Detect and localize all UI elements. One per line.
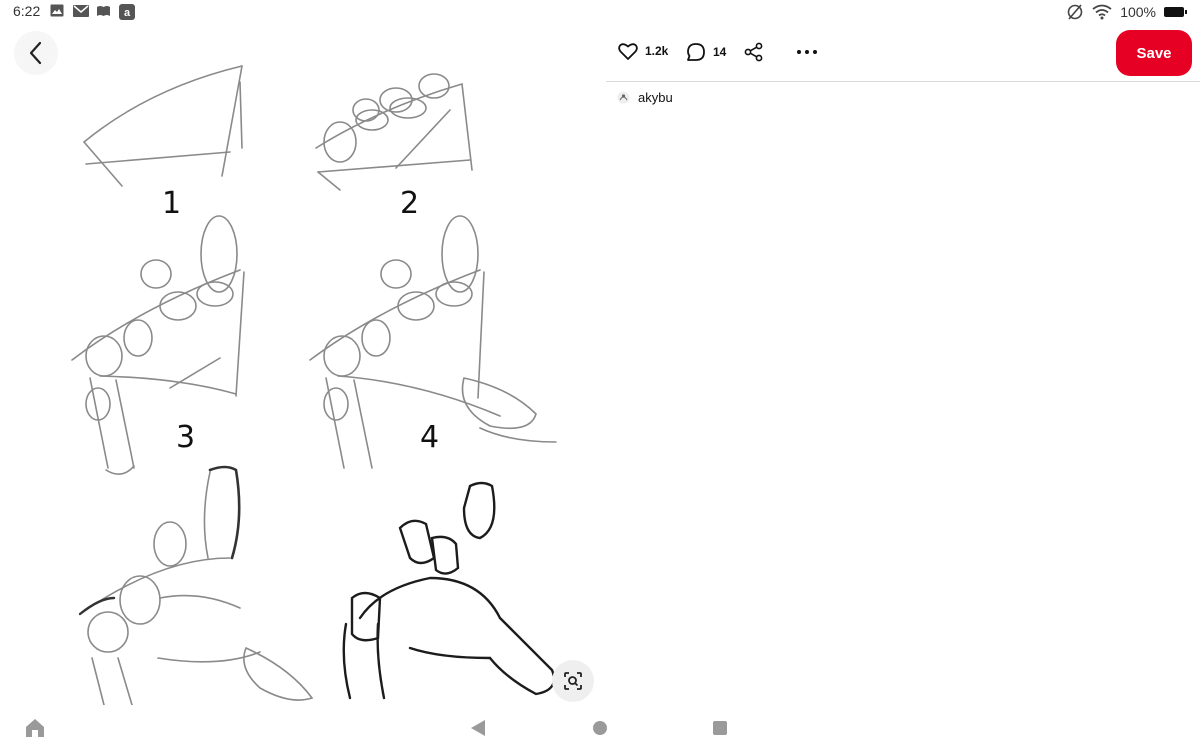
nav-recents-button[interactable] (713, 721, 727, 735)
amazon-icon: a (119, 4, 135, 20)
step-label: 4 (420, 420, 440, 455)
status-bar: 6:22 a 100% (0, 0, 1200, 24)
comment-button[interactable]: 14 (686, 42, 726, 62)
system-nav-bar (0, 705, 1200, 750)
pin-author[interactable]: akybu (617, 90, 673, 105)
heart-icon (618, 43, 638, 60)
pin-action-bar: 1.2k 14 Save (606, 28, 1200, 81)
status-right: 100% (1066, 3, 1187, 21)
notification-icons: a (50, 4, 135, 20)
share-icon (744, 42, 763, 62)
author-name: akybu (638, 90, 673, 105)
step-label: 3 (176, 420, 196, 455)
nav-back-button[interactable] (471, 720, 485, 736)
lens-search-icon (564, 672, 582, 690)
no-sim-icon (1067, 4, 1083, 20)
nav-home-button[interactable] (593, 721, 607, 735)
wifi-icon (1092, 4, 1112, 20)
pin-image[interactable]: 1 2 3 4 (60, 58, 605, 705)
action-bar-divider (606, 81, 1200, 82)
like-button[interactable]: 1.2k (618, 42, 668, 60)
comment-icon (687, 43, 705, 61)
status-time: 6:22 (13, 3, 41, 19)
step-label: 1 (162, 186, 182, 221)
more-icon (797, 50, 817, 54)
save-button[interactable]: Save (1116, 30, 1192, 76)
hand-sketch-illustration (71, 65, 557, 705)
visual-search-button[interactable] (552, 660, 594, 702)
mail-icon (73, 4, 89, 18)
gallery-icon (50, 4, 65, 18)
launcher-home-icon[interactable] (24, 717, 46, 739)
battery-percent: 100% (1120, 4, 1156, 20)
like-count: 1.2k (645, 44, 669, 58)
back-button[interactable] (14, 31, 58, 75)
app-icon (96, 4, 111, 18)
chevron-left-icon (29, 41, 42, 65)
comment-count: 14 (713, 45, 727, 59)
share-button[interactable] (744, 42, 764, 62)
more-options-button[interactable] (796, 42, 818, 62)
battery-icon (1164, 7, 1187, 17)
step-label: 2 (400, 186, 420, 221)
svg-text:a: a (124, 7, 131, 19)
avatar (617, 91, 630, 104)
